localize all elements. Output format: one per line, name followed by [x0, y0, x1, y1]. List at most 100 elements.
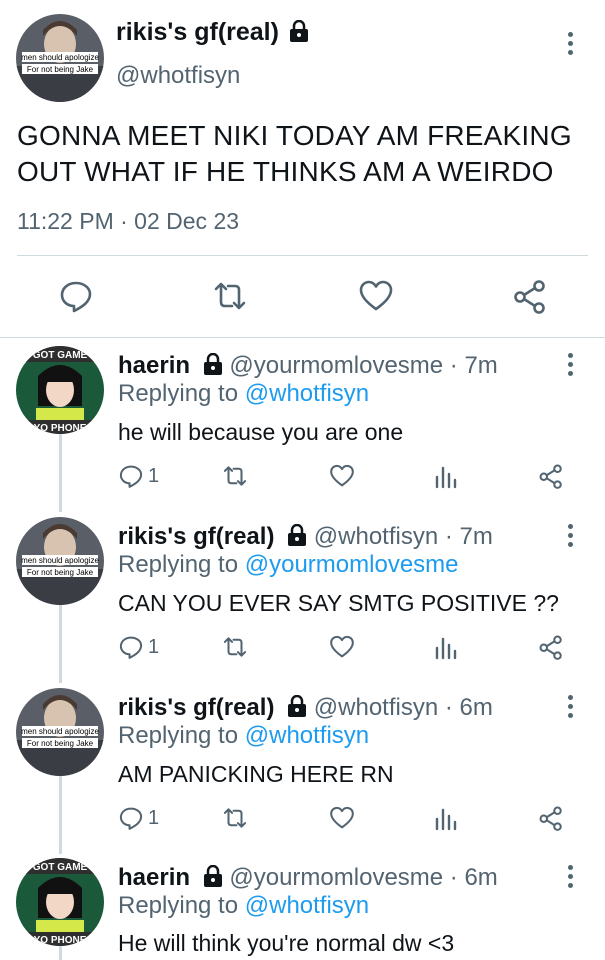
comment-button[interactable]: 1	[118, 461, 159, 491]
reply-text: CAN YOU EVER SAY SMTG POSITIVE ??	[118, 590, 559, 616]
replying-to-link[interactable]: @yourmomlovesme	[245, 551, 459, 578]
avatar-caption: men should apologize	[21, 727, 99, 736]
comment-button[interactable]: 1	[118, 803, 159, 833]
display-name[interactable]: rikis's gf(real)	[118, 523, 274, 550]
reply-count: 1	[148, 635, 160, 658]
replying-to: Replying to @whotfisyn	[118, 380, 369, 408]
replying-label: Replying to	[118, 722, 239, 749]
views-button[interactable]	[434, 632, 458, 662]
share-button[interactable]	[538, 803, 564, 833]
retweet-icon[interactable]	[212, 278, 248, 314]
replying-label: Replying to	[118, 551, 239, 578]
retweet-button[interactable]	[220, 632, 250, 662]
replying-label: Replying to	[118, 892, 239, 919]
retweet-icon	[223, 808, 247, 828]
avatar-caption: GOT GAME	[33, 350, 88, 361]
avatar[interactable]: men should apologize For not being Jake	[16, 14, 104, 102]
avatar-caption: GOT GAME	[33, 862, 88, 873]
tweet-text: GONNA MEET NIKI TODAY AM FREAKING OUT WH…	[17, 120, 572, 187]
more-options-icon[interactable]	[565, 353, 575, 381]
heart-icon[interactable]	[358, 278, 394, 314]
display-name[interactable]: haerin	[118, 864, 190, 891]
avatar[interactable]: GOT GAME YO PHONE	[16, 346, 104, 434]
avatar-caption: men should apologize	[21, 53, 99, 62]
display-name[interactable]: rikis's gf(real)	[116, 18, 279, 46]
heart-icon	[330, 635, 354, 658]
reply-text: AM PANICKING HERE RN	[118, 761, 394, 787]
heart-icon	[330, 806, 354, 829]
share-button[interactable]	[538, 461, 564, 491]
avatar-caption: For not being Jake	[27, 568, 94, 577]
thread-line	[59, 603, 62, 683]
lock-icon	[203, 353, 222, 375]
reply-text: He will think you're normal dw <3	[118, 930, 455, 956]
retweet-icon	[223, 466, 247, 486]
reply-header: rikis's gf(real) @whotfisyn · 6m	[118, 694, 493, 722]
like-button[interactable]	[328, 632, 356, 662]
display-name[interactable]: haerin	[118, 352, 190, 379]
divider	[17, 255, 588, 256]
comment-icon	[119, 636, 143, 659]
heart-icon	[330, 464, 354, 487]
avatar-caption: YO PHONE	[34, 935, 87, 946]
share-icon	[539, 806, 562, 831]
lock-icon	[290, 20, 309, 42]
views-icon	[435, 466, 457, 489]
avatar[interactable]: GOT GAME YO PHONE	[16, 858, 104, 946]
reply-header: rikis's gf(real) @whotfisyn · 7m	[118, 523, 493, 551]
replying-to: Replying to @whotfisyn	[118, 722, 369, 750]
reply-text: he will because you are one	[118, 419, 404, 445]
comment-icon[interactable]	[58, 278, 94, 314]
like-button[interactable]	[328, 461, 356, 491]
thread-line	[59, 774, 62, 854]
handle-time[interactable]: @whotfisyn · 7m	[314, 523, 493, 550]
replying-to-link[interactable]: @whotfisyn	[245, 892, 369, 919]
lock-icon	[203, 865, 222, 887]
reply-header: haerin @yourmomlovesme · 7m	[118, 352, 498, 380]
lock-icon	[288, 695, 307, 717]
avatar[interactable]: men should apologize For not being Jake	[16, 517, 104, 605]
views-button[interactable]	[434, 803, 458, 833]
retweet-icon	[223, 637, 247, 657]
comment-icon	[119, 807, 143, 830]
reply-count: 1	[148, 464, 160, 487]
avatar-caption: For not being Jake	[27, 739, 94, 748]
handle-time[interactable]: @yourmomlovesme · 7m	[229, 352, 497, 379]
divider	[0, 337, 605, 338]
handle[interactable]: @whotfisyn	[116, 62, 240, 90]
reply-header: haerin @yourmomlovesme · 6m	[118, 864, 498, 892]
replying-to: Replying to @whotfisyn	[118, 892, 369, 920]
avatar-caption: YO PHONE	[34, 423, 87, 434]
main-tweet-header: rikis's gf(real)	[116, 18, 309, 47]
reply-count: 1	[148, 806, 160, 829]
more-options-icon[interactable]	[565, 32, 575, 60]
thread-line	[59, 944, 62, 960]
more-options-icon[interactable]	[565, 524, 575, 552]
thread-line	[59, 432, 62, 512]
tweet-timestamp[interactable]: 11:22 PM · 02 Dec 23	[17, 208, 239, 235]
reply-actions: 1	[118, 632, 578, 662]
comment-icon	[119, 465, 143, 488]
share-button[interactable]	[538, 632, 564, 662]
handle-time[interactable]: @whotfisyn · 6m	[314, 694, 493, 721]
replying-label: Replying to	[118, 380, 239, 407]
more-options-icon[interactable]	[565, 695, 575, 723]
display-name[interactable]: rikis's gf(real)	[118, 694, 274, 721]
handle-time[interactable]: @yourmomlovesme · 6m	[229, 864, 497, 891]
share-icon[interactable]	[512, 278, 548, 314]
replying-to: Replying to @yourmomlovesme	[118, 551, 459, 579]
comment-button[interactable]: 1	[118, 632, 159, 662]
views-button[interactable]	[434, 461, 458, 491]
replying-to-link[interactable]: @whotfisyn	[245, 722, 369, 749]
views-icon	[435, 637, 457, 660]
retweet-button[interactable]	[220, 461, 250, 491]
like-button[interactable]	[328, 803, 356, 833]
retweet-button[interactable]	[220, 803, 250, 833]
more-options-icon[interactable]	[565, 865, 575, 893]
lock-icon	[288, 524, 307, 546]
avatar-caption: For not being Jake	[27, 65, 94, 74]
reply-actions: 1	[118, 803, 578, 833]
replying-to-link[interactable]: @whotfisyn	[245, 380, 369, 407]
share-icon	[539, 635, 562, 660]
avatar[interactable]: men should apologize For not being Jake	[16, 688, 104, 776]
